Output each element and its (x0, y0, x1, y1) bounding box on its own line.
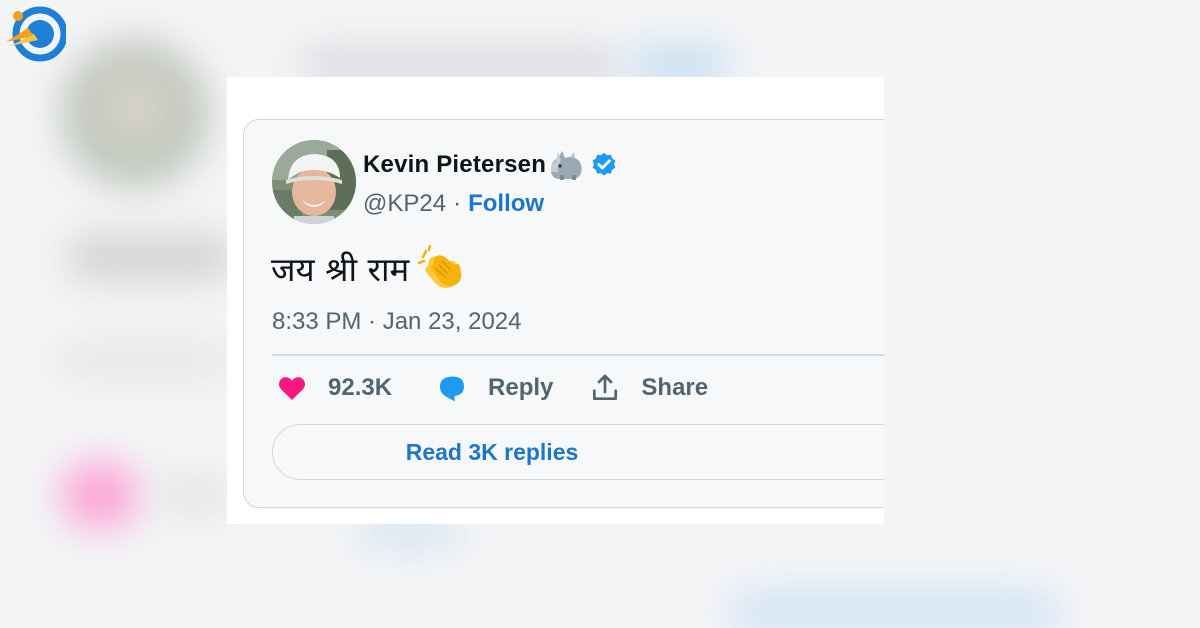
user-handle[interactable]: @KP24 (363, 190, 446, 218)
share-button[interactable]: Share (589, 372, 708, 404)
avatar[interactable] (272, 140, 356, 224)
reply-label: Reply (488, 374, 554, 401)
speech-bubble-icon (440, 376, 465, 402)
divider (272, 354, 884, 356)
read-replies-label: Read 3K replies (405, 438, 579, 465)
read-replies-button[interactable]: Read 3K replies (272, 424, 884, 480)
share-label: Share (641, 374, 709, 401)
follow-button[interactable]: Follow (468, 190, 544, 218)
clapping-hands-emoji (418, 245, 462, 288)
tweet-embed-panel: Kevin Pietersen @KP24 · Follow जय श्री र… (227, 77, 884, 524)
site-logo-icon (6, 6, 66, 62)
author-name-row: Kevin Pietersen (363, 148, 618, 182)
like-count: 92.3K (328, 374, 393, 401)
blurred-button (730, 590, 1060, 628)
blurred-timestamp (60, 345, 230, 375)
blurred-text (70, 235, 230, 280)
handle-row: @KP24 · Follow (363, 190, 544, 218)
tweet-timestamp[interactable]: 8:33 PM · Jan 23, 2024 (272, 308, 522, 336)
action-bar: 92.3K Reply Share (276, 372, 708, 404)
blurred-count (160, 480, 230, 510)
blurred-heart (60, 460, 140, 530)
display-name[interactable]: Kevin Pietersen (363, 151, 546, 179)
like-button[interactable]: 92.3K (276, 372, 392, 404)
tweet-card: Kevin Pietersen @KP24 · Follow जय श्री र… (243, 119, 884, 508)
heart-icon (278, 377, 306, 400)
share-upload-icon (593, 374, 618, 400)
tweet-body: जय श्री राम (271, 249, 410, 289)
blurred-avatar (60, 40, 210, 190)
blurred-name (300, 50, 620, 78)
separator-dot: · (453, 190, 462, 217)
tweet-text: जय श्री राम (271, 245, 463, 291)
verified-badge-icon (592, 152, 616, 176)
rhino-emoji (550, 151, 582, 180)
reply-button[interactable]: Reply (436, 372, 553, 404)
